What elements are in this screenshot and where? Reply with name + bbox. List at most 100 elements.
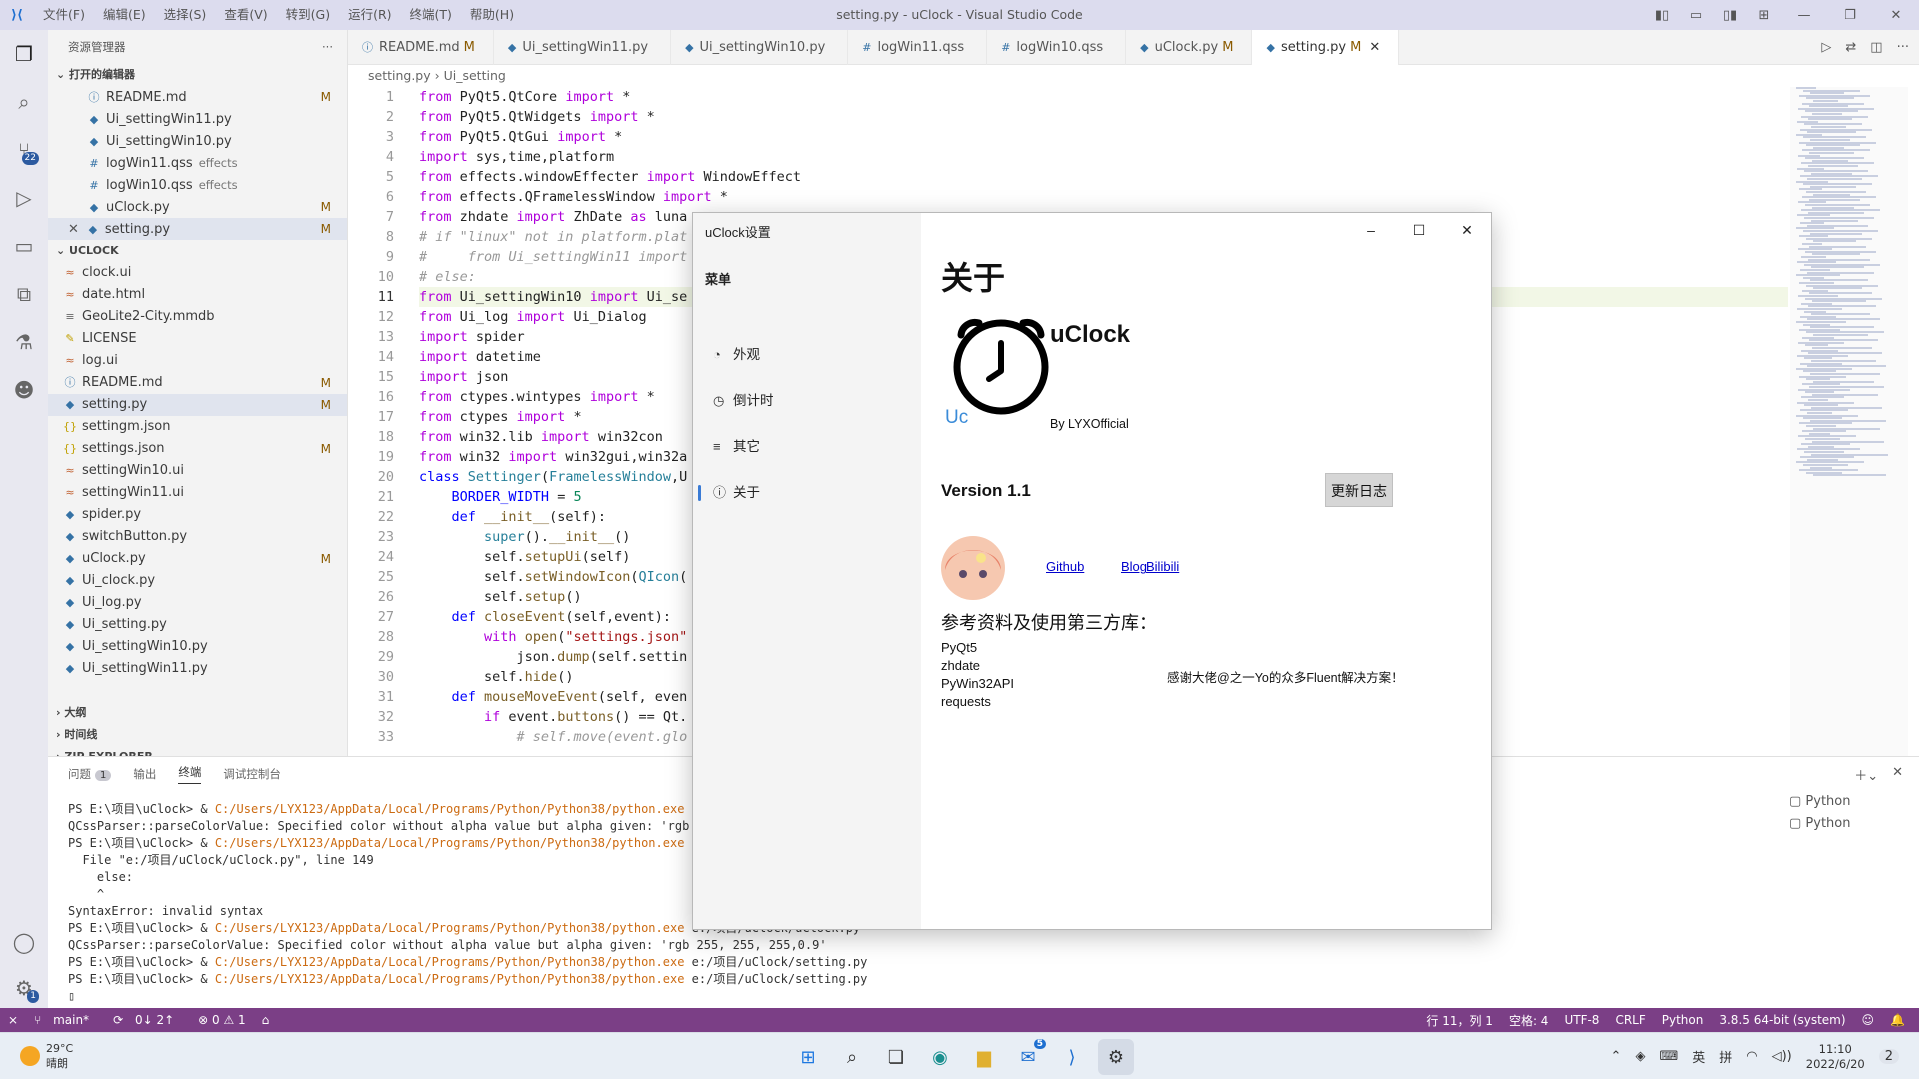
minimap[interactable] [1790, 87, 1908, 756]
keyboard-icon[interactable]: ⌨ [1659, 1049, 1678, 1064]
file-item[interactable]: ◆ Ui_settingWin10.py [48, 636, 347, 658]
toggle-secondary-sidebar-icon[interactable]: ▯▮ [1713, 8, 1747, 23]
editor-tab[interactable]: ◆ Ui_settingWin10.py [671, 30, 849, 65]
project-header[interactable]: ⌄ UCLOCK [48, 240, 347, 262]
source-control-icon[interactable]: ⑂ 22 [0, 126, 48, 174]
remote-explorer-icon[interactable]: ▭ [0, 222, 48, 270]
menu-terminal[interactable]: 终端(T) [401, 0, 461, 30]
customize-layout-icon[interactable]: ⊞ [1747, 8, 1781, 23]
menu-help[interactable]: 帮助(H) [461, 0, 523, 30]
branch-status[interactable]: ⑂ main* [26, 1013, 105, 1027]
language-mode[interactable]: Python [1654, 1013, 1712, 1027]
nav-about[interactable]: ⓘ 关于 [698, 473, 911, 513]
problems-status[interactable]: ⊗ 0 ⚠ 1 [190, 1013, 254, 1027]
file-item[interactable]: ≈ settingWin11.ui [48, 482, 347, 504]
sync-status[interactable]: ⟳ 0↓ 2↑ [105, 1013, 190, 1027]
file-explorer-icon[interactable]: ▆ [966, 1039, 1002, 1075]
eol[interactable]: CRLF [1607, 1013, 1653, 1027]
copilot-icon[interactable]: ☻ [0, 366, 48, 414]
file-item[interactable]: ◆ Ui_settingWin11.py [48, 658, 347, 680]
editor-tab[interactable]: ◆ setting.py M ✕ [1252, 30, 1400, 65]
open-editors-header[interactable]: ⌄ 打开的编辑器 [48, 64, 347, 86]
restore-button[interactable]: ❐ [1827, 8, 1873, 23]
bilibili-link[interactable]: Bilibili [1146, 559, 1179, 574]
weather-widget[interactable]: 29°C 晴朗 [20, 1041, 73, 1071]
terminal-item[interactable]: ▢ Python [1789, 813, 1899, 835]
more-icon[interactable]: ··· [1897, 40, 1909, 55]
wifi-icon[interactable]: ◠ [1746, 1049, 1757, 1064]
file-item[interactable]: ≈ date.html [48, 284, 347, 306]
extensions-icon[interactable]: ⧉ [0, 270, 48, 318]
file-item[interactable]: ✎ LICENSE [48, 328, 347, 350]
terminal-item[interactable]: ▢ Python [1789, 791, 1899, 813]
close-panel-icon[interactable]: ✕ [1892, 765, 1903, 784]
tab-terminal[interactable]: 终端 [178, 764, 202, 784]
compare-icon[interactable]: ⇄ [1845, 40, 1856, 55]
menu-edit[interactable]: 编辑(E) [94, 0, 155, 30]
tray-expand-icon[interactable]: ⌃ [1611, 1049, 1622, 1064]
nav-other[interactable]: ≡ 其它 [701, 427, 911, 467]
menu-file[interactable]: 文件(F) [34, 0, 94, 30]
file-item[interactable]: ≈ log.ui [48, 350, 347, 372]
python-taskbar-icon[interactable]: ⚙ [1098, 1039, 1134, 1075]
volume-icon[interactable]: ◁)) [1772, 1049, 1792, 1064]
file-item[interactable]: {} settings.json M [48, 438, 347, 460]
outline-section[interactable]: › 大纲 [48, 702, 347, 724]
cursor-position[interactable]: 行 11，列 1 [1418, 1012, 1501, 1029]
menu-selection[interactable]: 选择(S) [155, 0, 216, 30]
menu-view[interactable]: 查看(V) [215, 0, 276, 30]
vscode-taskbar-icon[interactable]: ⟩ [1054, 1039, 1090, 1075]
breadcrumb-symbol[interactable]: Ui_setting [444, 68, 506, 83]
tab-close-icon[interactable]: ✕ [1369, 40, 1380, 55]
clock[interactable]: 11:10 2022/6/20 [1806, 1042, 1865, 1072]
file-item[interactable]: ◆ switchButton.py [48, 526, 347, 548]
explorer-icon[interactable]: ❐ [0, 30, 48, 78]
run-debug-icon[interactable]: ▷ [0, 174, 48, 222]
search-icon[interactable]: ⌕ [834, 1039, 870, 1075]
open-editor-item[interactable]: ⓘ README.md M [48, 86, 347, 108]
tab-debug-console[interactable]: 调试控制台 [223, 766, 281, 782]
open-editor-item[interactable]: # logWin10.qss effects [48, 174, 347, 196]
file-item[interactable]: {} settingm.json [48, 416, 347, 438]
toggle-panel-icon[interactable]: ▭ [1679, 8, 1713, 23]
editor-tab[interactable]: # logWin11.qss [848, 30, 988, 65]
close-icon[interactable]: ✕ [68, 222, 79, 237]
open-editor-item[interactable]: ◆ Ui_settingWin11.py [48, 108, 347, 130]
open-editor-item[interactable]: ✕ ◆ setting.py M [48, 218, 347, 240]
toggle-sidebar-icon[interactable]: ▮▯ [1645, 8, 1679, 23]
mail-icon[interactable]: ✉ 5 [1010, 1039, 1046, 1075]
remote-icon[interactable]: ⨯ [0, 1013, 26, 1027]
editor-tab[interactable]: # logWin10.qss [987, 30, 1127, 65]
file-item[interactable]: ◆ setting.py M [48, 394, 347, 416]
search-icon[interactable]: ⌕ [0, 78, 48, 126]
file-item[interactable]: ◆ Ui_clock.py [48, 570, 347, 592]
editor-tab[interactable]: ⓘ README.md M [348, 30, 494, 65]
new-terminal-icon[interactable]: ＋⌄ [1854, 765, 1878, 784]
editor-tab[interactable]: ◆ Ui_settingWin11.py [494, 30, 672, 65]
file-item[interactable]: ◆ Ui_setting.py [48, 614, 347, 636]
github-link[interactable]: Github [1046, 559, 1084, 574]
notification-count[interactable]: 2 [1878, 1049, 1899, 1064]
minimize-button[interactable]: — [1781, 8, 1827, 23]
menu-go[interactable]: 转到(G) [277, 0, 339, 30]
file-item[interactable]: ≈ clock.ui [48, 262, 347, 284]
file-item[interactable]: ◆ spider.py [48, 504, 347, 526]
nav-countdown[interactable]: ◷ 倒计时 [701, 381, 911, 421]
breadcrumb-file[interactable]: setting.py [368, 68, 431, 83]
more-actions-icon[interactable]: ··· [322, 40, 333, 54]
file-item[interactable]: ≈ settingWin10.ui [48, 460, 347, 482]
file-item[interactable]: ◆ Ui_log.py [48, 592, 347, 614]
interpreter[interactable]: 3.8.5 64-bit (system) [1711, 1013, 1853, 1027]
accounts-icon[interactable]: ◯ [0, 918, 48, 966]
split-editor-icon[interactable]: ◫ [1870, 40, 1882, 55]
tab-output[interactable]: 输出 [133, 766, 156, 782]
task-view-icon[interactable]: ❏ [878, 1039, 914, 1075]
open-editor-item[interactable]: ◆ uClock.py M [48, 196, 347, 218]
encoding[interactable]: UTF-8 [1556, 1013, 1607, 1027]
changelog-button[interactable]: 更新日志 [1325, 473, 1393, 507]
home-icon[interactable]: ⌂ [254, 1013, 278, 1027]
close-button[interactable]: ✕ [1873, 8, 1919, 23]
feedback-icon[interactable]: ☺ [1854, 1013, 1883, 1027]
blog-link[interactable]: Blog [1121, 559, 1147, 574]
open-editor-item[interactable]: ◆ Ui_settingWin10.py [48, 130, 347, 152]
